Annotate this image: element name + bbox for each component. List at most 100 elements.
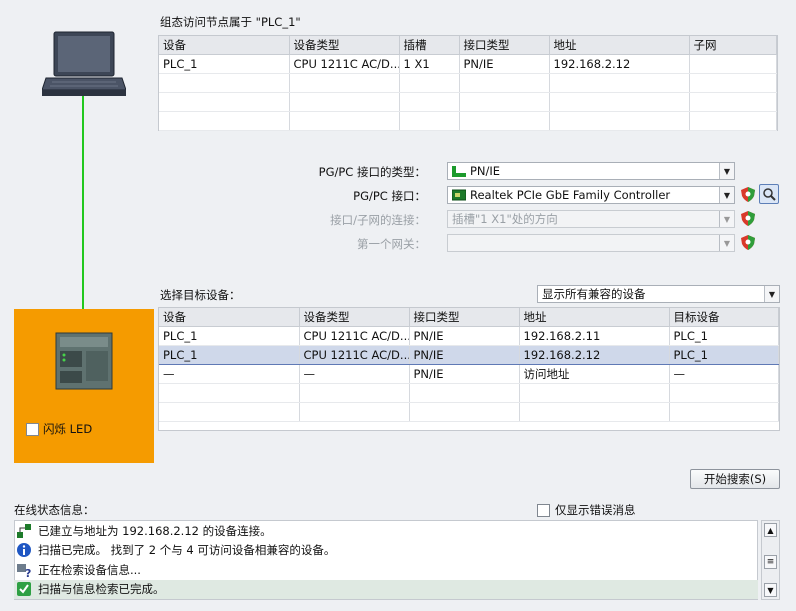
- table-cell: —: [669, 364, 779, 384]
- status-message-text: 正在检索设备信息...: [38, 562, 141, 577]
- device-filter-select[interactable]: 显示所有兼容的设备 ▼: [537, 285, 780, 303]
- status-message[interactable]: 扫描与信息检索已完成。: [14, 579, 758, 599]
- table-row[interactable]: PLC_1 CPU 1211C AC/D... PN/IE 192.168.2.12 P…: [159, 344, 779, 365]
- column-header[interactable]: 子网: [689, 36, 777, 55]
- column-header[interactable]: 设备类型: [299, 308, 410, 327]
- table-cell: [669, 383, 779, 403]
- table-cell: [549, 92, 690, 112]
- table-cell: PN/IE: [459, 54, 550, 74]
- table-cell: CPU 1211C AC/D...: [299, 344, 410, 365]
- security-shield-icon[interactable]: [741, 187, 755, 202]
- column-header[interactable]: 目标设备: [669, 308, 779, 327]
- table-cell: 192.168.2.12: [549, 54, 690, 74]
- table-cell: [159, 92, 290, 112]
- table-cell: [159, 73, 290, 93]
- table-cell: [689, 92, 777, 112]
- column-header[interactable]: 设备: [159, 36, 290, 55]
- target-device-table: 设备 设备类型 接口类型 地址 目标设备 PLC_1 CPU 1211C AC/D... P…: [158, 307, 780, 431]
- chevron-down-icon[interactable]: ▼: [719, 235, 734, 251]
- scroll-thumb[interactable]: ≡: [764, 555, 777, 569]
- table-row[interactable]: PLC_1 CPU 1211C AC/D... PN/IE 192.168.2.11 P…: [159, 326, 779, 346]
- table-cell: PLC_1: [159, 344, 300, 365]
- table-row: [159, 92, 777, 112]
- device-search-icon: ?: [16, 562, 32, 578]
- table-cell: 访问地址: [519, 364, 670, 384]
- table-row: [159, 111, 777, 131]
- table-cell: [459, 111, 550, 131]
- iface-value: Realtek PCIe GbE Family Controller: [470, 188, 671, 202]
- plc-device-icon: [54, 331, 114, 391]
- table-row[interactable]: PLC_1 CPU 1211C AC/D... 1 X1 PN/IE 192.168.2…: [159, 54, 777, 74]
- laptop-icon: [41, 30, 127, 98]
- scroll-down-button[interactable]: ▼: [764, 583, 777, 597]
- table-cell: PN/IE: [409, 364, 520, 384]
- errors-only-checkbox[interactable]: 仅显示错误消息: [537, 502, 636, 518]
- table-cell: PLC_1: [669, 326, 779, 346]
- gateway-select[interactable]: ▼: [447, 234, 735, 252]
- table-cell: [409, 402, 520, 422]
- pn-ie-icon: [452, 165, 466, 177]
- table-cell: [289, 73, 400, 93]
- status-title: 在线状态信息：: [14, 503, 95, 517]
- security-shield-icon[interactable]: [741, 211, 755, 226]
- flash-led-check[interactable]: [26, 422, 39, 436]
- table-cell: [409, 383, 520, 403]
- column-header[interactable]: 地址: [519, 308, 670, 327]
- errors-only-check[interactable]: [537, 503, 550, 517]
- status-message[interactable]: ? 正在检索设备信息...: [14, 560, 758, 579]
- iface-type-label: PG/PC 接口的类型：: [318, 165, 426, 179]
- target-device-panel: 闪烁 LED: [14, 309, 154, 463]
- status-scrollbar[interactable]: ▲ ≡ ▼: [761, 520, 780, 600]
- table-cell: [519, 402, 670, 422]
- table-cell: PLC_1: [159, 326, 300, 346]
- network-connect-icon: [16, 523, 32, 539]
- column-header[interactable]: 设备类型: [289, 36, 400, 55]
- table-cell: [299, 402, 410, 422]
- errors-only-label: 仅显示错误消息: [555, 503, 636, 517]
- flash-led-checkbox[interactable]: 闪烁 LED: [26, 421, 92, 437]
- table-cell: CPU 1211C AC/D...: [289, 54, 400, 74]
- target-device-caption: 选择目标设备：: [160, 288, 241, 302]
- status-message-text: 扫描与信息检索已完成。: [38, 582, 165, 596]
- status-message[interactable]: 已建立与地址为 192.168.2.12 的设备连接。: [14, 521, 758, 540]
- table-cell: [399, 111, 460, 131]
- scroll-up-button[interactable]: ▲: [764, 523, 777, 537]
- iface-type-select[interactable]: PN/IE ▼: [447, 162, 735, 180]
- table-cell: [159, 111, 290, 131]
- table-cell: [689, 54, 777, 74]
- diagnostics-search-button[interactable]: [759, 184, 779, 204]
- column-header[interactable]: 地址: [549, 36, 690, 55]
- chevron-down-icon[interactable]: ▼: [764, 286, 779, 302]
- table-cell: 1 X1: [399, 54, 460, 74]
- table-cell: [399, 73, 460, 93]
- table-row: [159, 383, 779, 403]
- status-message[interactable]: 扫描已完成。 找到了 2 个与 4 可访问设备相兼容的设备。: [14, 541, 758, 560]
- chevron-down-icon[interactable]: ▼: [719, 211, 734, 227]
- start-search-button[interactable]: 开始搜索(S): [690, 469, 780, 489]
- table-cell: [159, 383, 300, 403]
- table-cell: [159, 402, 300, 422]
- table-cell: [289, 111, 400, 131]
- table-cell: [519, 383, 670, 403]
- table-cell: PN/IE: [409, 326, 520, 346]
- chevron-down-icon[interactable]: ▼: [719, 187, 734, 203]
- table-row: [159, 402, 779, 422]
- table-cell: PN/IE: [409, 344, 520, 365]
- info-icon: [16, 542, 32, 558]
- chevron-down-icon[interactable]: ▼: [719, 163, 734, 179]
- column-header[interactable]: 设备: [159, 308, 300, 327]
- subnet-value: 插槽"1 X1"处的方向: [452, 212, 558, 226]
- security-shield-icon[interactable]: [741, 235, 755, 250]
- device-filter-value: 显示所有兼容的设备: [542, 287, 646, 301]
- table-row[interactable]: — — PN/IE 访问地址 —: [159, 364, 779, 384]
- subnet-select[interactable]: 插槽"1 X1"处的方向 ▼: [447, 210, 735, 228]
- iface-select[interactable]: Realtek PCIe GbE Family Controller ▼: [447, 186, 735, 204]
- table-cell: [669, 402, 779, 422]
- column-header[interactable]: 接口类型: [459, 36, 550, 55]
- column-header[interactable]: 插槽: [399, 36, 460, 55]
- table-cell: [459, 92, 550, 112]
- subnet-label: 接口/子网的连接：: [330, 213, 426, 227]
- column-header[interactable]: 接口类型: [409, 308, 520, 327]
- configured-node-table: 设备 设备类型 插槽 接口类型 地址 子网 PLC_1 CPU 1211C AC/D... 1…: [158, 35, 778, 131]
- table-cell: —: [299, 364, 410, 384]
